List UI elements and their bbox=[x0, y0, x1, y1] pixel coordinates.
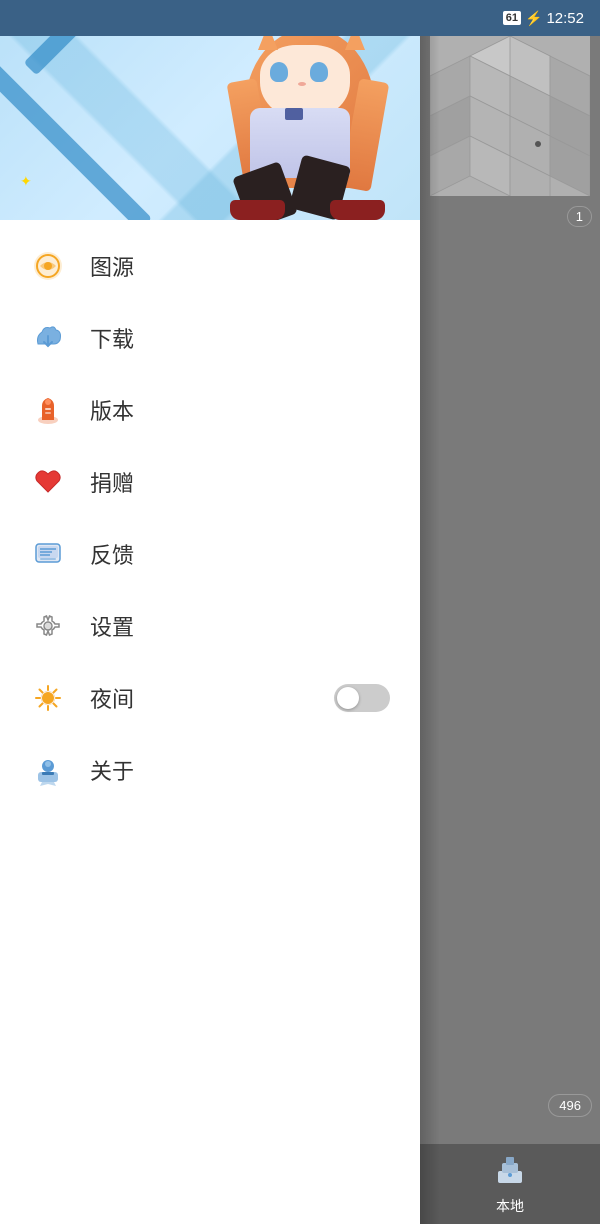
menu-item-night-mode[interactable]: 夜间 bbox=[0, 662, 420, 734]
download-label: 下载 bbox=[90, 322, 390, 354]
feedback-icon bbox=[30, 536, 66, 572]
badge-container-1: 1 bbox=[420, 206, 600, 236]
menu-item-download[interactable]: 下载 bbox=[0, 302, 420, 374]
menu-item-about[interactable]: 关于 bbox=[0, 734, 420, 806]
local-tab-label[interactable]: 本地 bbox=[496, 1196, 524, 1216]
night-mode-toggle[interactable] bbox=[334, 684, 390, 712]
battery-indicator: 61 bbox=[503, 11, 521, 25]
sparkle-3: ✦ bbox=[20, 173, 32, 190]
about-icon bbox=[30, 752, 66, 788]
menu-item-feedback[interactable]: 反馈 bbox=[0, 518, 420, 590]
night-mode-icon bbox=[30, 680, 66, 716]
character-illustration bbox=[230, 20, 390, 220]
image-source-label: 图源 bbox=[90, 250, 390, 282]
badge-container-496: 496 bbox=[420, 1094, 600, 1134]
menu-item-settings[interactable]: 设置 bbox=[0, 590, 420, 662]
badge-1: 1 bbox=[567, 206, 592, 227]
right-spacer bbox=[420, 236, 600, 1094]
x-line-1 bbox=[0, 63, 152, 220]
sidebar: ✦ ✦ ✦ ✦ ✦ bbox=[0, 0, 420, 1224]
lightning-icon: ⚡ bbox=[525, 10, 542, 27]
version-icon bbox=[30, 392, 66, 428]
grid-thumbnail bbox=[430, 36, 590, 196]
right-panel: + ≡ bbox=[420, 0, 600, 1224]
menu-item-donate[interactable]: 捐赠 bbox=[0, 446, 420, 518]
donate-label: 捐赠 bbox=[90, 466, 390, 498]
right-tabbar: 本地 bbox=[420, 1144, 600, 1224]
version-label: 版本 bbox=[90, 394, 390, 426]
settings-label: 设置 bbox=[90, 610, 390, 642]
about-label: 关于 bbox=[90, 754, 390, 786]
local-tab-icon bbox=[494, 1153, 526, 1192]
download-icon bbox=[30, 320, 66, 356]
clock: 12:52 bbox=[546, 10, 584, 27]
feedback-label: 反馈 bbox=[90, 538, 390, 570]
donate-icon bbox=[30, 464, 66, 500]
menu-item-image-source[interactable]: 图源 bbox=[0, 230, 420, 302]
night-mode-toggle-knob bbox=[337, 687, 359, 709]
status-bar: 61 ⚡ 12:52 bbox=[0, 0, 600, 36]
menu-item-version[interactable]: 版本 bbox=[0, 374, 420, 446]
x-pattern bbox=[10, 10, 210, 210]
settings-icon bbox=[30, 608, 66, 644]
image-source-icon bbox=[30, 248, 66, 284]
sidebar-menu: 图源 下载 版本 bbox=[0, 220, 420, 1224]
badge-496: 496 bbox=[548, 1094, 592, 1117]
status-bar-right: 61 ⚡ 12:52 bbox=[503, 10, 584, 27]
